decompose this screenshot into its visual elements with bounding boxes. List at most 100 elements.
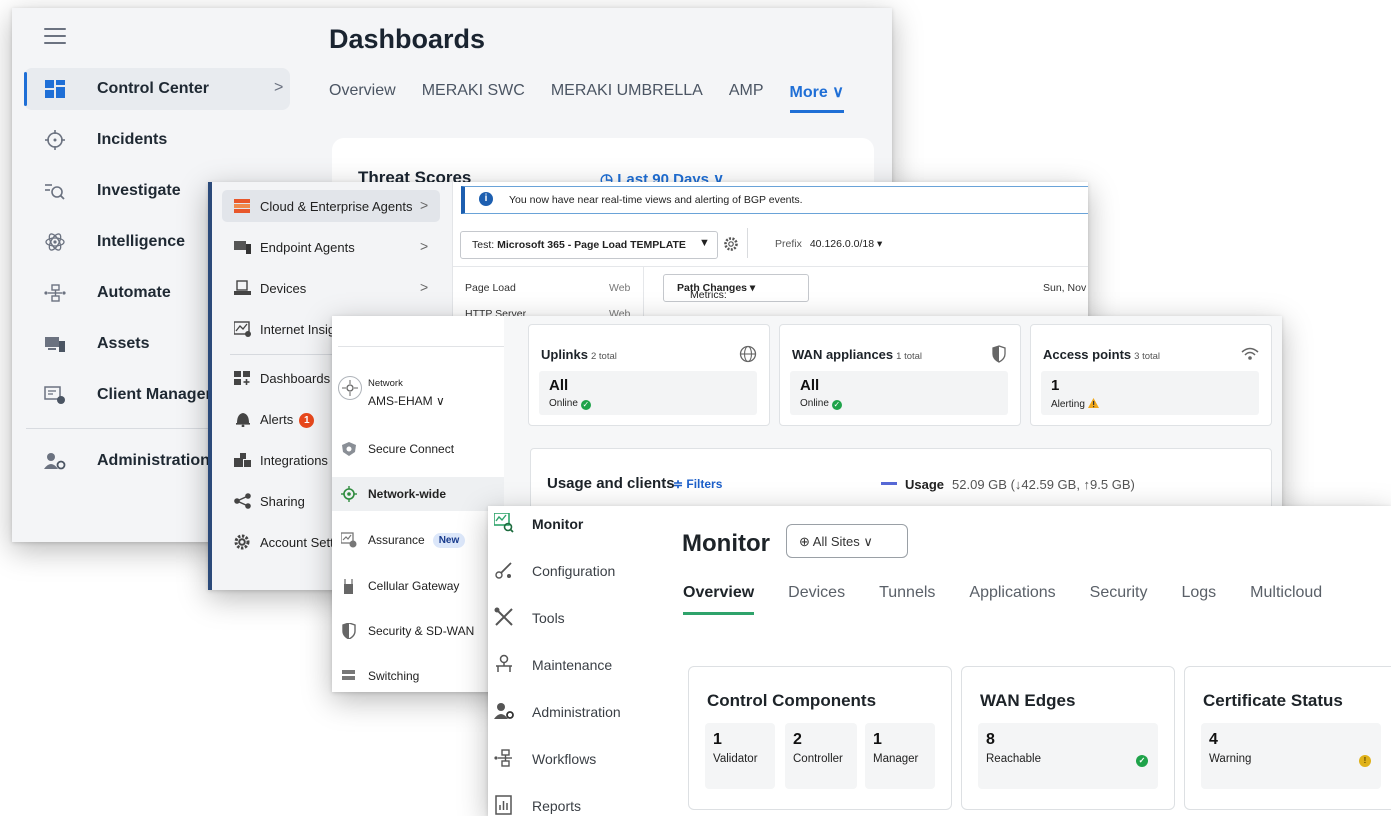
bgp-notice-banner: i You now have near real-time views and … bbox=[461, 186, 1088, 214]
nav-item-control-center[interactable]: Control Center > bbox=[24, 68, 290, 110]
warning-label: Warning bbox=[1209, 753, 1252, 765]
controller-label: Controller bbox=[793, 753, 843, 765]
sidebar-item-devices[interactable]: Devices > bbox=[222, 272, 440, 304]
tab-applications[interactable]: Applications bbox=[969, 584, 1055, 615]
tab-amp[interactable]: AMP bbox=[729, 82, 764, 113]
chevron-right-icon: > bbox=[420, 197, 429, 213]
warning-box[interactable]: 4 Warning ! bbox=[1201, 723, 1381, 789]
configuration-icon bbox=[494, 560, 514, 580]
network-icon bbox=[338, 376, 362, 400]
sidebar-item-maintenance[interactable]: Maintenance bbox=[488, 649, 648, 689]
administration-icon bbox=[494, 701, 514, 721]
tab-security[interactable]: Security bbox=[1090, 584, 1148, 615]
tab-devices[interactable]: Devices bbox=[788, 584, 845, 615]
tab-overview[interactable]: Overview bbox=[683, 584, 755, 615]
uplinks-card[interactable]: Uplinks 2 total All Online ✓ bbox=[528, 324, 770, 426]
sidebar-item-label: Workflows bbox=[532, 751, 597, 767]
manager-box[interactable]: 1 Manager bbox=[865, 723, 935, 789]
check-circle-icon: ✓ bbox=[1136, 755, 1148, 767]
metrics-selector[interactable]: Metrics: Path Changes ▾ bbox=[663, 274, 809, 302]
sidebar-item-monitor[interactable]: Monitor bbox=[488, 508, 648, 548]
sidebar-item-workflows[interactable]: Workflows bbox=[488, 743, 648, 783]
tab-multicloud[interactable]: Multicloud bbox=[1250, 584, 1322, 615]
card-title: Access points 3 total bbox=[1043, 347, 1160, 362]
card-title: Usage and clients bbox=[547, 475, 675, 492]
sidebar-item-reports[interactable]: Reports bbox=[488, 790, 648, 816]
all-sites-dropdown[interactable]: ⊕ All Sites ∨ bbox=[786, 524, 908, 558]
sidebar-item-cloud-enterprise-agents[interactable]: Cloud & Enterprise Agents > bbox=[222, 190, 440, 222]
validator-label: Validator bbox=[713, 753, 758, 765]
nav-label: Control Center bbox=[97, 80, 209, 97]
sidebar-item-assurance[interactable]: Assurance New bbox=[332, 523, 504, 557]
sidebar-item-tools[interactable]: Tools bbox=[488, 602, 648, 642]
page-title: Monitor bbox=[682, 530, 770, 557]
hamburger-menu-icon[interactable] bbox=[44, 28, 66, 46]
endpoint-icon bbox=[234, 239, 252, 255]
validator-box[interactable]: 1 Validator bbox=[705, 723, 775, 789]
reachable-box[interactable]: 8 Reachable ✓ bbox=[978, 723, 1158, 789]
nav-label: Automate bbox=[97, 284, 171, 301]
nav-label: Intelligence bbox=[97, 233, 186, 250]
alert-count-badge: 1 bbox=[299, 413, 315, 428]
meraki-sidebar: Network AMS-EHAM ∨ Secure Connect Networ… bbox=[332, 316, 504, 692]
sidebar-item-label: Tools bbox=[532, 610, 565, 626]
reachable-count: 8 bbox=[986, 731, 995, 748]
internet-insights-icon bbox=[234, 321, 252, 337]
uplinks-status: Online ✓ bbox=[549, 398, 591, 410]
list-item[interactable]: Page Load Web bbox=[465, 282, 630, 294]
atom-icon bbox=[44, 232, 66, 252]
sidebar-item-secure-connect[interactable]: Secure Connect bbox=[332, 432, 504, 466]
sidebar-item-network-wide[interactable]: Network-wide bbox=[332, 477, 504, 511]
tab-more[interactable]: More ∨ bbox=[789, 82, 844, 113]
validator-count: 1 bbox=[713, 731, 722, 748]
sidebar-item-cellular-gateway[interactable]: Cellular Gateway bbox=[332, 569, 504, 603]
access-points-card[interactable]: Access points 3 total 1 Alerting bbox=[1030, 324, 1272, 426]
maintenance-icon bbox=[494, 654, 514, 674]
sidebar-item-label: Secure Connect bbox=[368, 442, 455, 456]
nav-item-incidents[interactable]: Incidents bbox=[24, 119, 290, 161]
workflow-icon bbox=[44, 283, 66, 303]
search-list-icon bbox=[44, 181, 66, 201]
chevron-right-icon: > bbox=[420, 279, 429, 295]
row-name: Page Load bbox=[465, 282, 516, 294]
bell-icon bbox=[234, 411, 252, 427]
status-text: Alerting bbox=[1051, 399, 1085, 410]
toolbar-divider bbox=[453, 266, 1088, 267]
sidebar-item-label: Cloud & Enterprise Agents bbox=[260, 199, 413, 214]
prefix-selector[interactable]: Prefix 40.126.0.0/18 ▾ bbox=[775, 238, 882, 250]
tab-tunnels[interactable]: Tunnels bbox=[879, 584, 935, 615]
sidebar-item-configuration[interactable]: Configuration bbox=[488, 555, 648, 595]
sidebar-item-security-sdwan[interactable]: Security & SD-WAN bbox=[332, 614, 504, 648]
metrics-label: Metrics: bbox=[690, 289, 727, 301]
wan-edges-card[interactable]: WAN Edges 8 Reachable ✓ bbox=[961, 666, 1175, 810]
warning-count: 4 bbox=[1209, 731, 1218, 748]
sidebar-item-administration[interactable]: Administration bbox=[488, 696, 648, 736]
access-points-status-box: 1 Alerting bbox=[1041, 371, 1259, 415]
test-selector[interactable]: Test: Microsoft 365 - Page Load TEMPLATE… bbox=[460, 231, 718, 259]
sites-label: ⊕ All Sites ∨ bbox=[799, 534, 873, 549]
tab-logs[interactable]: Logs bbox=[1181, 584, 1216, 615]
certificate-status-card[interactable]: Certificate Status 4 Warning ! bbox=[1184, 666, 1391, 810]
sidebar-item-label: Alerts 1 bbox=[260, 412, 315, 428]
manager-label: Manager bbox=[873, 753, 919, 765]
sidebar-item-switching[interactable]: Switching bbox=[332, 659, 504, 692]
network-selector[interactable]: AMS-EHAM ∨ bbox=[368, 394, 445, 408]
access-points-total: 3 total bbox=[1134, 351, 1161, 362]
filters-button[interactable]: ≑ Filters bbox=[673, 477, 722, 491]
sidebar-item-label: Integrations bbox=[260, 453, 328, 468]
devices-icon bbox=[44, 334, 66, 354]
control-components-card[interactable]: Control Components 1 Validator 2 Control… bbox=[688, 666, 952, 810]
access-points-value: 1 bbox=[1051, 377, 1060, 394]
wan-appliances-card[interactable]: WAN appliances 1 total All Online ✓ bbox=[779, 324, 1021, 426]
tab-overview[interactable]: Overview bbox=[329, 82, 396, 113]
nav-label: Incidents bbox=[97, 131, 168, 148]
sidebar-item-label: Account Sett bbox=[260, 535, 334, 550]
test-settings-gear-icon[interactable] bbox=[723, 236, 739, 252]
new-badge: New bbox=[432, 533, 466, 548]
tab-meraki-swc[interactable]: MERAKI SWC bbox=[422, 82, 525, 113]
controller-box[interactable]: 2 Controller bbox=[785, 723, 857, 789]
tab-meraki-umbrella[interactable]: MERAKI UMBRELLA bbox=[551, 82, 703, 113]
sidebar-item-endpoint-agents[interactable]: Endpoint Agents > bbox=[222, 231, 440, 263]
sidebar-item-label: Endpoint Agents bbox=[260, 240, 355, 255]
wan-appliances-value: All bbox=[800, 377, 820, 394]
